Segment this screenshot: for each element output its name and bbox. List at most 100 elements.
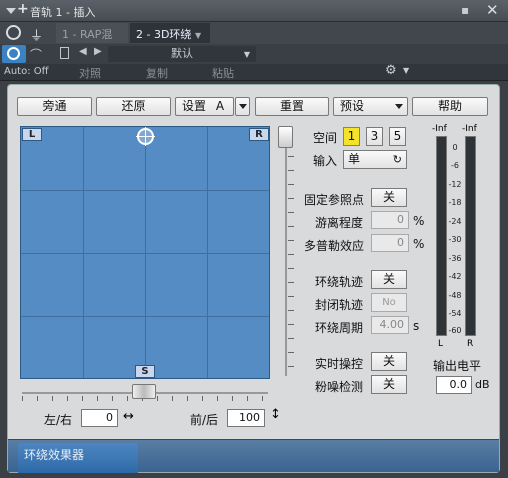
pin-icon[interactable]: ▪ [461,3,469,17]
slider-track [285,146,287,376]
input-value: 单 [348,152,361,166]
surround-pad[interactable]: L R S [20,126,270,379]
surround-track-label: 环绕轨迹 [315,275,364,289]
add-icon[interactable]: + [17,1,29,17]
edit-row: Auto: Off 对照 复制 粘贴 ⚙ ▼ [0,63,508,81]
roam-field[interactable]: 0 [371,211,409,229]
left-right-label: 左/右 [44,413,73,427]
slider-ticks [288,156,294,376]
doppler-unit: % [413,237,425,251]
settings-dropdown-button[interactable] [235,97,250,116]
meter-tick: -36 [448,254,462,263]
power-icon [7,47,20,60]
noise-detect-label: 粉噪检测 [315,380,364,394]
grid-line [21,316,269,317]
realtime-label: 实时操控 [315,357,364,371]
page-icon[interactable] [60,47,69,59]
meter-scale: 0 -6 -12 -18 -24 -30 -36 -42 -48 -54 -60 [441,140,469,336]
meter-tick: -42 [448,272,462,281]
plugin-tabs-row: ⏚ 1 - RAP混响 2 - 3D环绕 ▼ [0,22,508,57]
realtime-toggle[interactable]: 关 [371,352,407,371]
preset-select[interactable]: 预设 [333,97,408,116]
fixed-ref-toggle[interactable]: 关 [371,188,407,207]
automation-status[interactable]: Auto: Off [4,66,49,77]
compare-button[interactable]: 对照 [79,65,101,81]
peak-left-readout: -Inf [432,124,447,134]
output-level-field[interactable]: 0.0 [436,376,472,394]
input-select[interactable]: 单 ↻ [343,150,407,169]
tab-surround-effector[interactable]: 环绕效果器 [18,443,138,473]
peak-right-readout: -Inf [462,124,477,134]
power-icon[interactable] [6,25,21,40]
chevron-down-icon [239,104,247,109]
space-option-1[interactable]: 1 [343,127,360,146]
meter-tick: -24 [448,217,462,226]
left-right-field[interactable]: 0 [81,409,118,427]
period-unit: s [413,319,420,333]
right-speaker-marker: R [249,128,269,141]
help-button[interactable]: 帮助 [412,97,488,116]
preset-label: 预设 [340,99,365,113]
restore-button[interactable]: 还原 [96,97,171,116]
bypass-button[interactable]: 旁通 [17,97,92,116]
collapse-icon[interactable] [6,8,16,14]
vertical-arrows-icon: ↕ [270,407,281,422]
plugin-window: + 音轨 1 - 插入 ▪ ✕ ⏚ 1 - RAP混响 2 - 3D环绕 ▼ ⌒… [0,0,508,478]
window-title: 音轨 1 - 插入 [30,6,96,19]
horizontal-slider[interactable] [20,384,270,402]
meter-tick: -60 [448,326,462,335]
meter-right-label: R [467,339,474,349]
surround-speaker-marker: S [135,365,155,378]
output-unit: dB [475,378,490,391]
paste-button[interactable]: 粘贴 [212,65,234,81]
tab-label: 2 - 3D环绕 [136,28,192,41]
closed-track-label: 封闭轨迹 [315,298,364,312]
surround-period-field[interactable]: 4.00 [371,316,409,334]
copy-button[interactable]: 复制 [146,65,168,81]
reset-button[interactable]: 重置 [255,97,329,116]
corner-label: S [141,366,149,377]
meter-tick: -6 [451,161,459,170]
grid-line [21,253,269,254]
front-back-field[interactable]: 100 [227,409,265,427]
close-icon[interactable]: ✕ [486,1,499,19]
input-label: 输入 [313,154,338,168]
prev-preset-icon[interactable]: ◀ [79,46,87,57]
chevron-down-icon: ▼ [243,50,250,59]
surround-track-toggle[interactable]: 关 [371,270,407,289]
closed-track-toggle[interactable]: No [371,293,407,312]
space-label: 空间 [313,131,338,145]
routing-icon[interactable]: ⏚ [30,25,46,44]
roam-unit: % [413,214,425,228]
chevron-down-icon: ▼ [194,31,202,40]
power-button[interactable] [2,45,26,63]
slider-handle[interactable] [132,384,156,399]
footer-bar: 环绕效果器 [8,439,499,473]
vertical-slider[interactable] [278,126,294,379]
front-back-label: 前/后 [190,413,219,427]
meter-tick: -48 [448,291,462,300]
meter-tick: -54 [448,309,462,318]
chevron-down-icon[interactable]: ▼ [403,66,409,75]
noise-detect-toggle[interactable]: 关 [371,375,407,394]
settings-select[interactable]: 设置 A [175,97,234,116]
gear-icon[interactable]: ⚙ [385,63,397,78]
preset-name: 默认 [171,47,193,60]
corner-label: L [28,129,36,140]
doppler-field[interactable]: 0 [371,234,409,252]
tab-3d-surround[interactable]: 2 - 3D环绕 ▼ [130,23,210,43]
grid-line [21,190,269,191]
space-option-3[interactable]: 3 [366,127,383,146]
meter-tick: -12 [448,180,462,189]
next-preset-icon[interactable]: ▶ [94,46,102,57]
automation-icon[interactable]: ⌒ [30,46,42,63]
chevron-down-icon [395,104,403,109]
roam-label: 游离程度 [315,216,364,230]
sound-position-icon[interactable] [136,127,155,146]
surround-period-label: 环绕周期 [315,321,364,335]
preset-selector[interactable]: 默认 ▼ [108,46,256,62]
cycle-icon: ↻ [392,153,402,166]
space-option-5[interactable]: 5 [389,127,406,146]
slider-handle[interactable] [278,126,293,148]
tab-rap-reverb[interactable]: 1 - RAP混响 [56,23,128,57]
